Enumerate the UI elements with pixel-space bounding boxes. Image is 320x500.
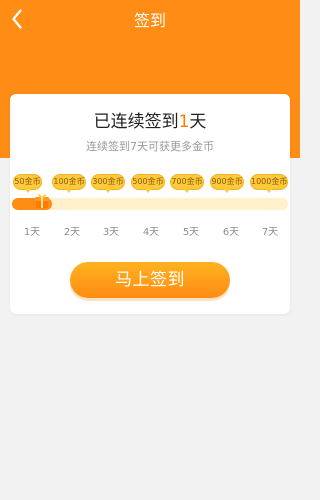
reward-day-5: 700金币 xyxy=(170,174,204,193)
streak-hint: 连续签到7天可获更多金币 xyxy=(86,140,214,153)
reward-row: 50金币 100金币 300金币 500金币 700金币 900金币 1000金… xyxy=(10,174,290,194)
checkin-button[interactable]: 马上签到 xyxy=(70,262,230,298)
top-bar: 签到 xyxy=(0,0,300,42)
day-label-7: 7天 xyxy=(261,227,279,238)
reward-day-2: 100金币 xyxy=(52,174,86,193)
streak-prefix: 已连续签到 xyxy=(93,112,179,132)
reward-day-7: 1000金币 xyxy=(250,174,288,193)
day-label-1: 1天 xyxy=(23,227,41,238)
gift-icon xyxy=(33,192,51,210)
streak-days: 1 xyxy=(178,112,190,132)
reward-day-1: 50金币 xyxy=(13,174,42,193)
reward-day-4: 500金币 xyxy=(131,174,165,193)
streak-summary: 已连续签到1天 xyxy=(10,107,290,132)
checkin-card: 已连续签到1天 连续签到7天可获更多金币 50金币 100金币 300金币 50… xyxy=(10,94,290,314)
progress-track xyxy=(12,198,288,210)
day-label-6: 6天 xyxy=(222,227,240,238)
day-label-2: 2天 xyxy=(63,227,81,238)
day-label-4: 4天 xyxy=(142,227,160,238)
checkin-screen: 签到 已连续签到1天 连续签到7天可获更多金币 50金币 100金币 300金币… xyxy=(0,0,300,500)
day-label-5: 5天 xyxy=(182,227,200,238)
reward-day-6: 900金币 xyxy=(210,174,244,193)
streak-suffix: 天 xyxy=(189,112,207,132)
page-title: 签到 xyxy=(133,11,166,30)
day-label-3: 3天 xyxy=(102,227,120,238)
reward-day-3: 300金币 xyxy=(91,174,125,193)
day-labels: 1天 2天 3天 4天 5天 6天 7天 xyxy=(10,223,290,238)
